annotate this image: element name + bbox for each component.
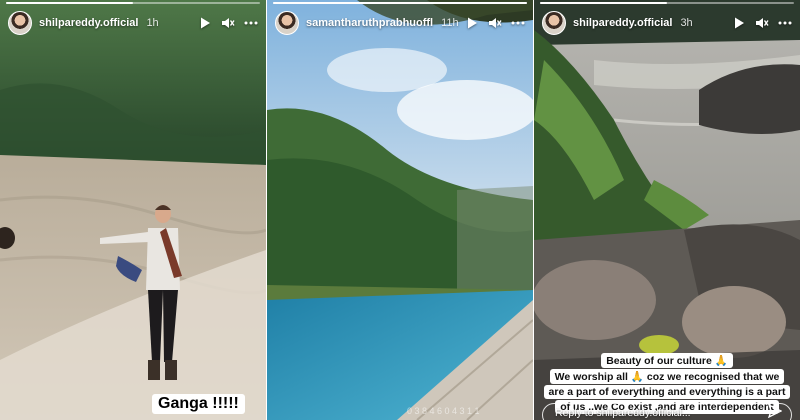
avatar[interactable] <box>275 11 299 35</box>
story-2-controls <box>465 16 525 30</box>
story-3-timestamp: 3h <box>680 17 693 29</box>
reply-input[interactable]: Reply to shilpareddy.official... <box>542 403 792 420</box>
story-1-photo <box>0 0 266 420</box>
send-icon[interactable] <box>768 404 782 418</box>
play-icon[interactable] <box>732 16 746 30</box>
story-panel-2[interactable]: samantharuthprabhuoffl 11h 0 3 8 4 6 0 4… <box>267 0 533 420</box>
story-3-progress-fill <box>540 2 667 4</box>
more-icon[interactable] <box>511 16 525 30</box>
story-1-header: shilpareddy.official 1h <box>0 6 266 40</box>
more-icon[interactable] <box>244 16 258 30</box>
story-1-controls <box>198 16 258 30</box>
story-panel-1[interactable]: shilpareddy.official 1h Ganga !!!!! <box>0 0 266 420</box>
mute-icon[interactable] <box>755 16 769 30</box>
story-2-header: samantharuthprabhuoffl 11h <box>267 6 533 40</box>
story-2-faded-text: 0 3 8 4 6 0 4 3 1 1 <box>407 406 480 416</box>
caption-line: are a part of everything and everything … <box>543 385 791 399</box>
story-3-username[interactable]: shilpareddy.official <box>573 17 672 29</box>
play-icon[interactable] <box>198 16 212 30</box>
story-1-progress-fill <box>6 2 133 4</box>
story-1-progress-track <box>6 2 260 4</box>
story-3-header: shilpareddy.official 3h <box>534 6 800 40</box>
story-2-progress-fill <box>273 2 527 4</box>
caption-line: Beauty of our culture 🙏 <box>601 353 733 368</box>
story-1-caption: Ganga !!!!! <box>152 394 245 414</box>
story-1-username[interactable]: shilpareddy.official <box>39 17 138 29</box>
story-panel-3[interactable]: shilpareddy.official 3h Beauty of our cu… <box>534 0 800 420</box>
story-2-username[interactable]: samantharuthprabhuoffl <box>306 17 433 29</box>
story-3-progress-track <box>540 2 794 4</box>
mute-icon[interactable] <box>488 16 502 30</box>
play-icon[interactable] <box>465 16 479 30</box>
mute-icon[interactable] <box>221 16 235 30</box>
story-2-timestamp: 11h <box>441 17 459 29</box>
more-icon[interactable] <box>778 16 792 30</box>
avatar[interactable] <box>542 11 566 35</box>
story-2-photo <box>267 0 533 420</box>
story-1-timestamp: 1h <box>146 17 159 29</box>
story-3-controls <box>732 16 792 30</box>
story-2-progress-track <box>273 2 527 4</box>
caption-line: We worship all 🙏 coz we recognised that … <box>549 369 785 384</box>
avatar[interactable] <box>8 11 32 35</box>
